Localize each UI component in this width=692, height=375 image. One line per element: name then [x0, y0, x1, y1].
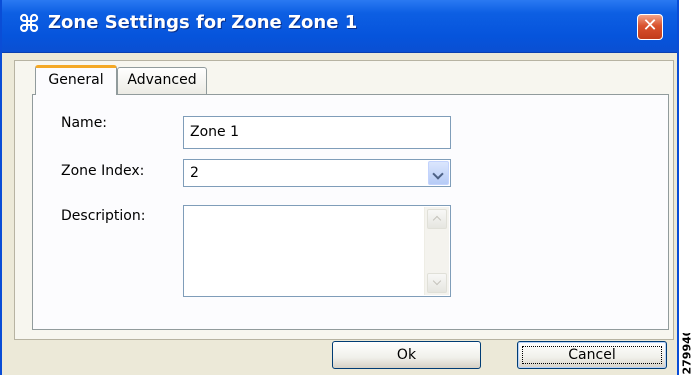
cancel-button[interactable]: Cancel — [517, 341, 667, 369]
scroll-down-icon[interactable] — [427, 273, 447, 293]
tab-general[interactable]: General — [35, 65, 117, 95]
zone-index-dropdown[interactable]: 2 — [183, 159, 451, 187]
figure-id-text: 279940 — [680, 333, 692, 375]
dialog-title: Zone Settings for Zone Zone 1 — [48, 12, 358, 33]
scroll-up-icon[interactable] — [427, 209, 447, 229]
zone-index-value: 2 — [190, 165, 199, 181]
command-key-icon: ⌘ — [18, 10, 41, 38]
chevron-down-icon[interactable] — [428, 161, 449, 185]
description-label: Description: — [61, 208, 146, 224]
tab-advanced[interactable]: Advanced — [117, 67, 207, 94]
zone-settings-dialog: ⌘ Zone Settings for Zone Zone 1 ✕ Genera… — [0, 0, 679, 375]
focus-ring — [522, 346, 662, 364]
description-textarea[interactable] — [183, 205, 451, 297]
close-button[interactable]: ✕ — [637, 14, 663, 40]
figure-id: 279940 — [680, 333, 692, 375]
general-tab-panel: Name: Zone 1 Zone Index: 2 Description: — [32, 94, 669, 330]
zone-index-label: Zone Index: — [61, 163, 145, 179]
title-bar[interactable]: ⌘ Zone Settings for Zone Zone 1 ✕ — [2, 0, 677, 53]
name-label: Name: — [61, 115, 108, 131]
close-icon: ✕ — [642, 15, 658, 36]
dialog-content: General Advanced Name: Zone 1 Zone Index… — [14, 60, 674, 340]
description-scrollbar[interactable] — [424, 207, 449, 295]
ok-button[interactable]: Ok — [332, 341, 481, 369]
name-field[interactable]: Zone 1 — [183, 116, 451, 149]
